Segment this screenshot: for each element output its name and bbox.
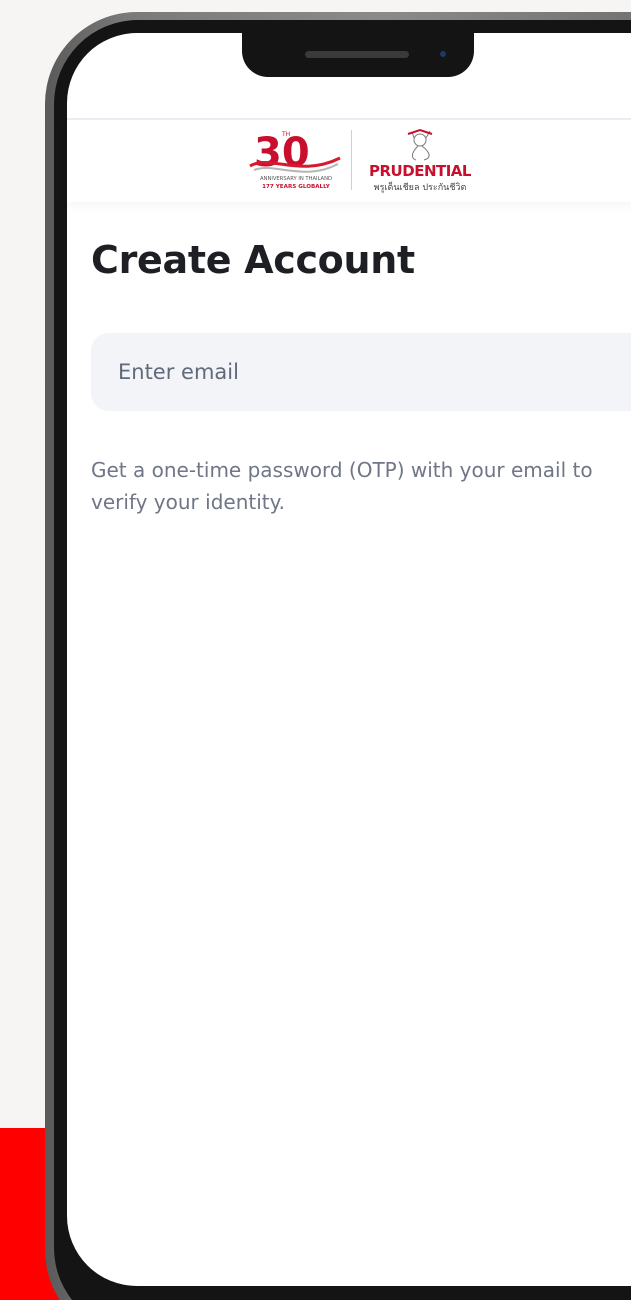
front-camera-icon bbox=[440, 51, 446, 57]
company-name: PRUDENTIAL bbox=[369, 162, 472, 180]
anniversary-suffix: TH bbox=[281, 131, 290, 138]
page-title: Create Account bbox=[91, 238, 415, 282]
anniversary-caption: ANNIVERSARY IN THAILAND bbox=[260, 176, 332, 182]
page-background: 30 TH ANNIVERSARY IN THAILAND 177 YEARS … bbox=[0, 0, 631, 1300]
phone-screen bbox=[67, 33, 631, 1286]
email-field[interactable] bbox=[91, 333, 631, 411]
company-thai-name: พรูเด็นเชียล ประกันชีวิต bbox=[374, 180, 467, 193]
phone-notch bbox=[242, 20, 474, 77]
logo-divider bbox=[351, 130, 352, 190]
prudential-logo: PRUDENTIAL พรูเด็นเชียล ประกันชีวิต bbox=[369, 128, 472, 193]
anniversary-logo: 30 TH ANNIVERSARY IN THAILAND 177 YEARS … bbox=[249, 130, 341, 190]
anniversary-years: 177 YEARS GLOBALLY bbox=[262, 184, 331, 190]
otp-helper-text: Get a one-time password (OTP) with your … bbox=[91, 458, 593, 514]
prudence-figure-icon bbox=[407, 128, 433, 161]
speaker-grille bbox=[305, 51, 409, 58]
